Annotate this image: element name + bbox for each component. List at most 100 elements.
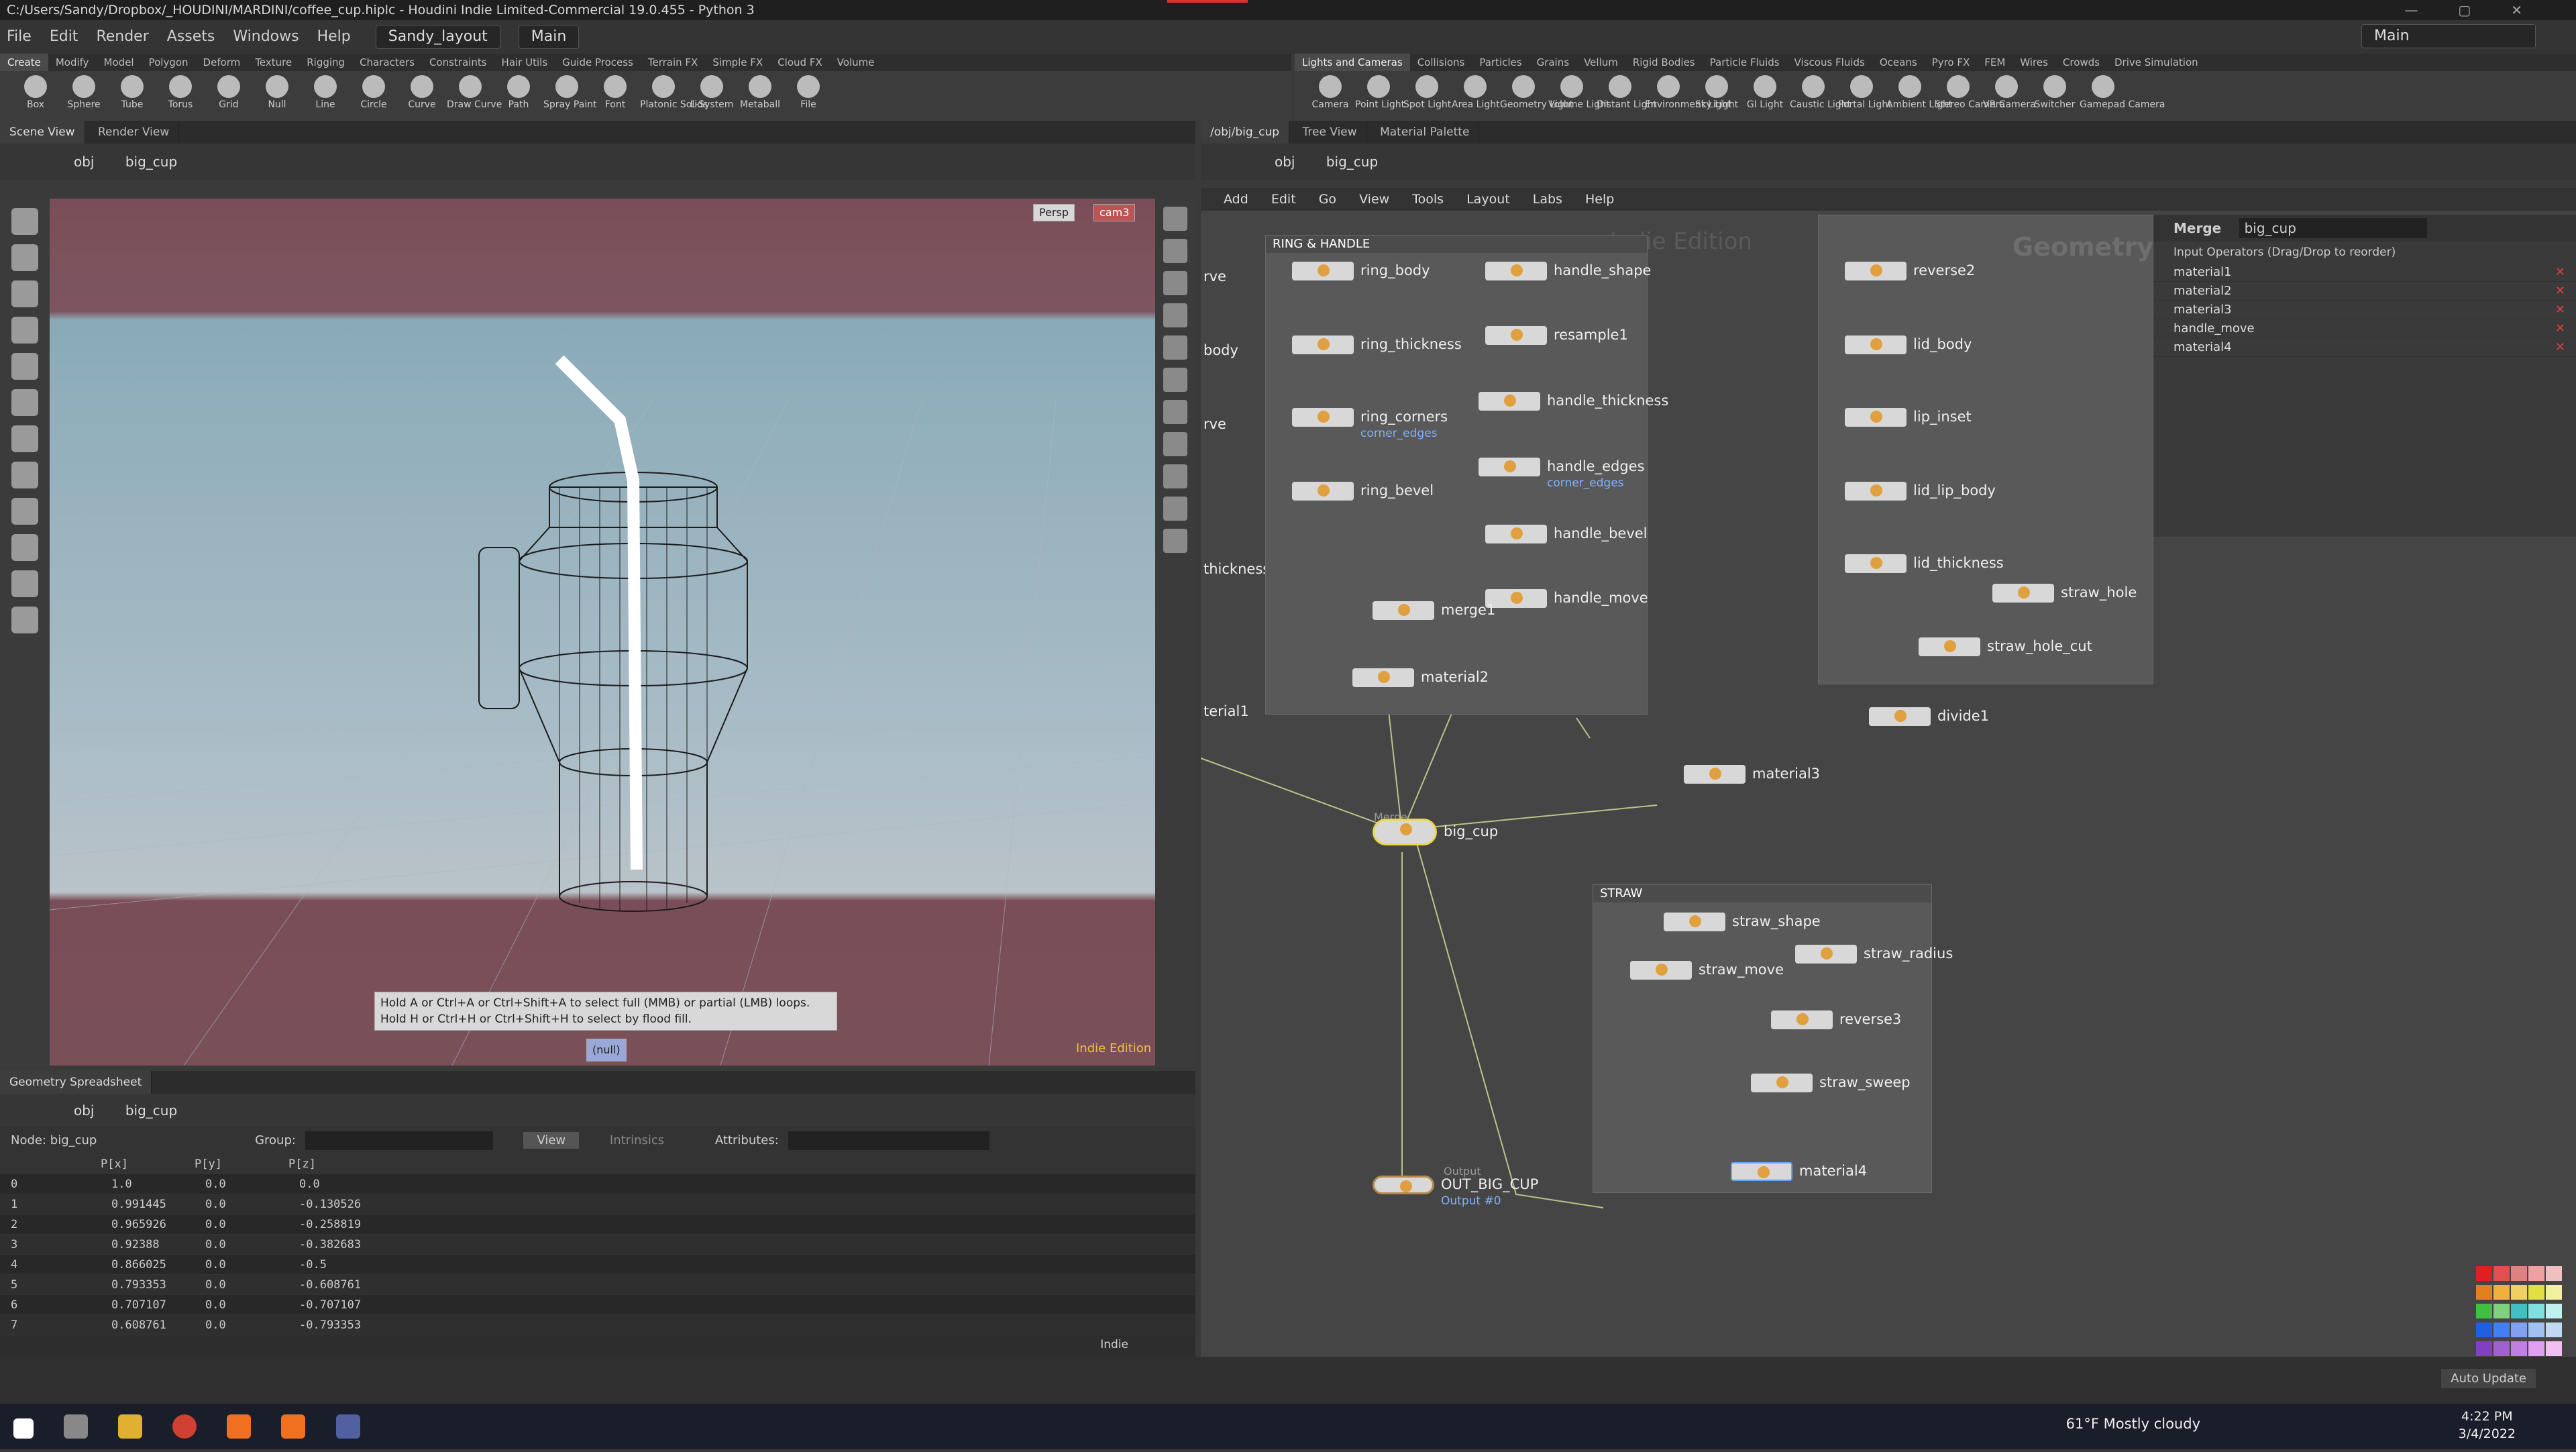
input-operator-item[interactable]: material1 ✕ <box>2153 263 2576 282</box>
wireframe-icon[interactable] <box>1163 239 1187 263</box>
node-reverse3[interactable]: reverse3 <box>1771 1010 1901 1029</box>
camera-menu[interactable]: cam3 <box>1093 204 1136 221</box>
magnet-icon[interactable] <box>11 534 38 561</box>
menu-help[interactable]: Help <box>311 20 358 54</box>
color-swatch[interactable] <box>2546 1323 2562 1337</box>
shelf-right-tool-environment-light[interactable]: Environment Light <box>1645 71 1731 110</box>
color-swatch[interactable] <box>2476 1285 2492 1300</box>
shelf-left-tab-guide-process[interactable]: Guide Process <box>555 54 641 71</box>
color-swatch[interactable] <box>2546 1285 2562 1300</box>
color-swatch[interactable] <box>2476 1323 2492 1337</box>
table-row[interactable]: 5 0.793353 0.0 -0.608761 <box>0 1275 1195 1295</box>
lid-box[interactable] <box>1818 215 2153 684</box>
shelf-left-tab-create[interactable]: Create <box>0 54 48 71</box>
shelf-left-tool-grid[interactable]: Grid <box>205 71 252 110</box>
shelf-right-tab-viscous-fluids[interactable]: Viscous Fluids <box>1787 54 1872 71</box>
shelf-left-tool-spray-paint[interactable]: Spray Paint <box>543 71 597 110</box>
shelf-left-tab-texture[interactable]: Texture <box>248 54 299 71</box>
shelf-right-tab-particle-fluids[interactable]: Particle Fluids <box>1703 54 1787 71</box>
node-big-cup[interactable]: big_cup <box>1373 819 1498 845</box>
attributes-field[interactable] <box>788 1131 989 1150</box>
shelf-right-tab-vellum[interactable]: Vellum <box>1576 54 1625 71</box>
handle-tool-icon[interactable] <box>11 462 38 488</box>
color-swatch[interactable] <box>2511 1266 2527 1281</box>
color-swatch[interactable] <box>2528 1341 2544 1356</box>
color-swatch[interactable] <box>2511 1304 2527 1318</box>
shelf-right-tool-sky-light[interactable]: Sky Light <box>1693 71 1740 110</box>
table-row[interactable]: 6 0.707107 0.0 -0.707107 <box>0 1295 1195 1315</box>
shelf-right-tool-area-light[interactable]: Area Light <box>1452 71 1500 110</box>
shelf-right-tool-spot-light[interactable]: Spot Light <box>1403 71 1451 110</box>
color-swatch[interactable] <box>2546 1341 2562 1356</box>
node-merge1[interactable]: merge1 <box>1373 601 1495 620</box>
node-handle-thickness[interactable]: handle_thickness <box>1479 392 1668 411</box>
camera-tool-icon[interactable] <box>11 389 38 416</box>
shelf-left-tab-deform[interactable]: Deform <box>196 54 248 71</box>
lock-camera-icon[interactable] <box>1163 271 1187 295</box>
select-tool-icon[interactable] <box>11 208 38 235</box>
background-icon[interactable] <box>1163 368 1187 392</box>
node-straw-sweep[interactable]: straw_sweep <box>1751 1074 1911 1092</box>
column-header[interactable]: P[y] <box>195 1154 288 1174</box>
shelf-left-tool-draw-curve[interactable]: Draw Curve <box>447 71 502 110</box>
color-swatch[interactable] <box>2546 1304 2562 1318</box>
remove-input-icon[interactable]: ✕ <box>2555 319 2565 338</box>
color-swatch[interactable] <box>2476 1266 2492 1281</box>
node-lid-lip-body[interactable]: lid_lip_body <box>1845 482 1996 501</box>
node-lip-inset[interactable]: lip_inset <box>1845 408 1972 427</box>
normals-icon[interactable] <box>1163 464 1187 488</box>
shelf-left-tab-rigging[interactable]: Rigging <box>299 54 352 71</box>
shelf-left-tool-path[interactable]: Path <box>495 71 542 110</box>
shelf-left-tool-circle[interactable]: Circle <box>350 71 397 110</box>
shelf-right-tool-switcher[interactable]: Switcher <box>2031 71 2078 110</box>
color-swatch[interactable] <box>2476 1341 2492 1356</box>
guide-icon[interactable] <box>1163 497 1187 521</box>
color-swatch[interactable] <box>2493 1285 2510 1300</box>
color-swatch[interactable] <box>2546 1266 2562 1281</box>
node-material3[interactable]: material3 <box>1684 765 1820 784</box>
shelf-right-tab-collisions[interactable]: Collisions <box>1410 54 1472 71</box>
menu-file[interactable]: File <box>0 20 38 54</box>
shelf-left-tab-characters[interactable]: Characters <box>352 54 422 71</box>
input-operator-item[interactable]: handle_move ✕ <box>2153 319 2576 338</box>
node-out-big-cup[interactable]: OUT_BIG_CUP Output #0 <box>1373 1176 1538 1208</box>
shelf-left-tool-file[interactable]: File <box>785 71 832 110</box>
shelf-left-tool-sphere[interactable]: Sphere <box>60 71 107 110</box>
menu-assets[interactable]: Assets <box>160 20 222 54</box>
node-reverse2[interactable]: reverse2 <box>1845 262 1975 280</box>
tab-material-palette[interactable]: Material Palette <box>1371 121 1480 144</box>
shelf-right-tool-portal-light[interactable]: Portal Light <box>1838 71 1892 110</box>
shelf-right-tab-lights-and-cameras[interactable]: Lights and Cameras <box>1295 54 1410 71</box>
ghost-icon[interactable] <box>1163 400 1187 424</box>
input-operator-item[interactable]: material4 ✕ <box>2153 338 2576 357</box>
input-operator-item[interactable]: material3 ✕ <box>2153 301 2576 319</box>
color-swatch[interactable] <box>2528 1323 2544 1337</box>
color-swatch[interactable] <box>2511 1285 2527 1300</box>
chrome-icon[interactable] <box>172 1414 197 1439</box>
shelf-left-tool-line[interactable]: Line <box>302 71 349 110</box>
shelf-left-tool-l-system[interactable]: L-System <box>688 71 735 110</box>
clock[interactable]: 4:22 PM 3/4/2022 <box>2459 1408 2516 1443</box>
shelf-right-tool-gamepad-camera[interactable]: Gamepad Camera <box>2080 71 2165 110</box>
close-view-icon[interactable] <box>1163 303 1187 327</box>
snap-icon[interactable] <box>11 498 38 525</box>
app-icon[interactable] <box>335 1414 360 1439</box>
shelf-right-tool-camera[interactable]: Camera <box>1307 71 1354 110</box>
node-resample1[interactable]: resample1 <box>1485 326 1628 345</box>
table-row[interactable]: 0 1.0 0.0 0.0 <box>0 1174 1195 1194</box>
windows-start-icon[interactable] <box>13 1418 34 1439</box>
view-menu[interactable]: View <box>523 1132 580 1149</box>
light-tool-icon[interactable] <box>11 425 38 452</box>
node-ring-corners[interactable]: ring_corners corner_edges <box>1292 408 1448 440</box>
tab-tree-view[interactable]: Tree View <box>1293 121 1367 144</box>
sheet-path-node[interactable]: big_cup <box>125 1102 177 1119</box>
path-obj[interactable]: obj <box>74 154 95 170</box>
node-lid-thickness[interactable]: lid_thickness <box>1845 554 2004 573</box>
persp-menu[interactable]: Persp <box>1033 204 1075 221</box>
scene-viewport[interactable]: Persp cam3 Hold A or Ctrl+A or Ctrl+Shif… <box>50 199 1155 1066</box>
shelf-right-tool-vr-camera[interactable]: VR Camera <box>1983 71 2036 110</box>
shelf-right-tab-fem[interactable]: FEM <box>1977 54 2012 71</box>
shelf-right-tool-volume-light[interactable]: Volume Light <box>1548 71 1609 110</box>
tab-obj-big-cup[interactable]: /obj/big_cup <box>1201 121 1290 144</box>
shelf-left-tab-modify[interactable]: Modify <box>48 54 97 71</box>
